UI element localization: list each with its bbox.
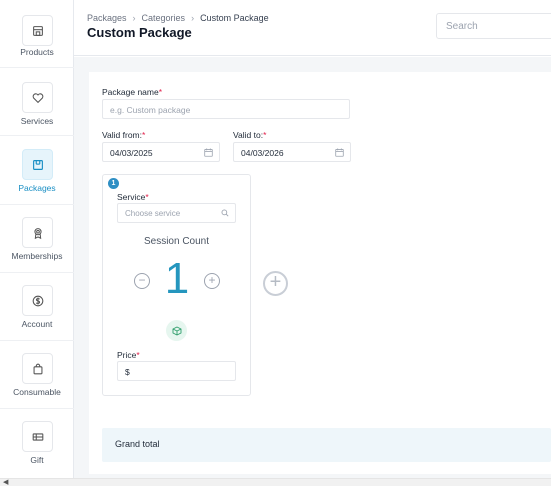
add-service-button[interactable]: +	[263, 271, 288, 296]
breadcrumb-current: Custom Package	[200, 13, 269, 23]
sidebar-item-label: Account	[21, 319, 53, 329]
shopping-bag-icon	[22, 353, 53, 384]
sidebar-item-label: Services	[20, 116, 54, 126]
valid-to-date-input[interactable]: 04/03/2026	[233, 142, 351, 162]
badge-icon	[22, 217, 53, 248]
service-label: Service*	[117, 192, 149, 202]
sidebar-item-label: Consumable	[13, 387, 61, 397]
chevron-right-icon: ›	[191, 13, 195, 23]
sidebar-item-label: Packages	[18, 183, 56, 193]
price-label: Price*	[117, 350, 140, 360]
gift-card-icon	[22, 421, 53, 452]
grand-total-bar: Grand total	[102, 428, 551, 462]
valid-to-label: Valid to:*	[233, 130, 267, 140]
increment-button[interactable]: +	[204, 273, 220, 289]
sidebar: Products Services Packages Memberships A…	[0, 0, 74, 478]
decrement-button[interactable]: −	[134, 273, 150, 289]
scroll-left-arrow-icon[interactable]: ◀	[3, 479, 8, 486]
package-icon	[22, 149, 53, 180]
dollar-coin-icon	[22, 285, 53, 316]
price-input[interactable]: $	[117, 361, 236, 381]
package-name-label: Package name*	[102, 87, 163, 97]
sidebar-item-products[interactable]: Products	[0, 0, 74, 68]
sidebar-item-label: Memberships	[11, 251, 63, 261]
valid-from-label: Valid from:*	[102, 130, 146, 140]
horizontal-scrollbar[interactable]: ◀	[0, 478, 551, 486]
sidebar-item-consumable[interactable]: Consumable	[0, 341, 74, 409]
session-count-label: Session Count	[143, 236, 210, 247]
breadcrumb: Packages › Categories › Custom Package	[87, 13, 269, 23]
page-header: Packages › Categories › Custom Package C…	[74, 0, 551, 56]
sidebar-item-label: Gift	[30, 455, 44, 465]
valid-from-date-input[interactable]: 04/03/2025	[102, 142, 220, 162]
calendar-icon	[204, 148, 213, 157]
breadcrumb-link-categories[interactable]: Categories	[142, 13, 186, 23]
heart-hand-icon	[22, 82, 53, 113]
sidebar-item-label: Products	[20, 47, 54, 57]
sidebar-item-gift[interactable]: Gift	[0, 409, 74, 477]
search-input[interactable]: Search	[436, 13, 551, 39]
page-title: Custom Package	[87, 25, 192, 40]
package-name-input[interactable]: e.g. Custom package	[102, 99, 350, 119]
session-count-value: 1	[164, 254, 190, 303]
service-select-input[interactable]: Choose service	[117, 203, 236, 223]
sidebar-item-memberships[interactable]: Memberships	[0, 205, 74, 273]
breadcrumb-link-packages[interactable]: Packages	[87, 13, 127, 23]
step-number-badge: 1	[108, 178, 119, 189]
calendar-icon	[335, 148, 344, 157]
sidebar-item-account[interactable]: Account	[0, 273, 74, 341]
grand-total-label: Grand total	[115, 439, 160, 449]
package-cube-button[interactable]	[166, 320, 187, 341]
chevron-right-icon: ›	[132, 13, 136, 23]
sidebar-item-services[interactable]: Services	[0, 68, 74, 136]
storefront-icon	[22, 15, 53, 46]
search-icon	[221, 209, 229, 217]
sidebar-item-packages[interactable]: Packages	[0, 137, 74, 205]
cube-icon	[172, 325, 181, 336]
